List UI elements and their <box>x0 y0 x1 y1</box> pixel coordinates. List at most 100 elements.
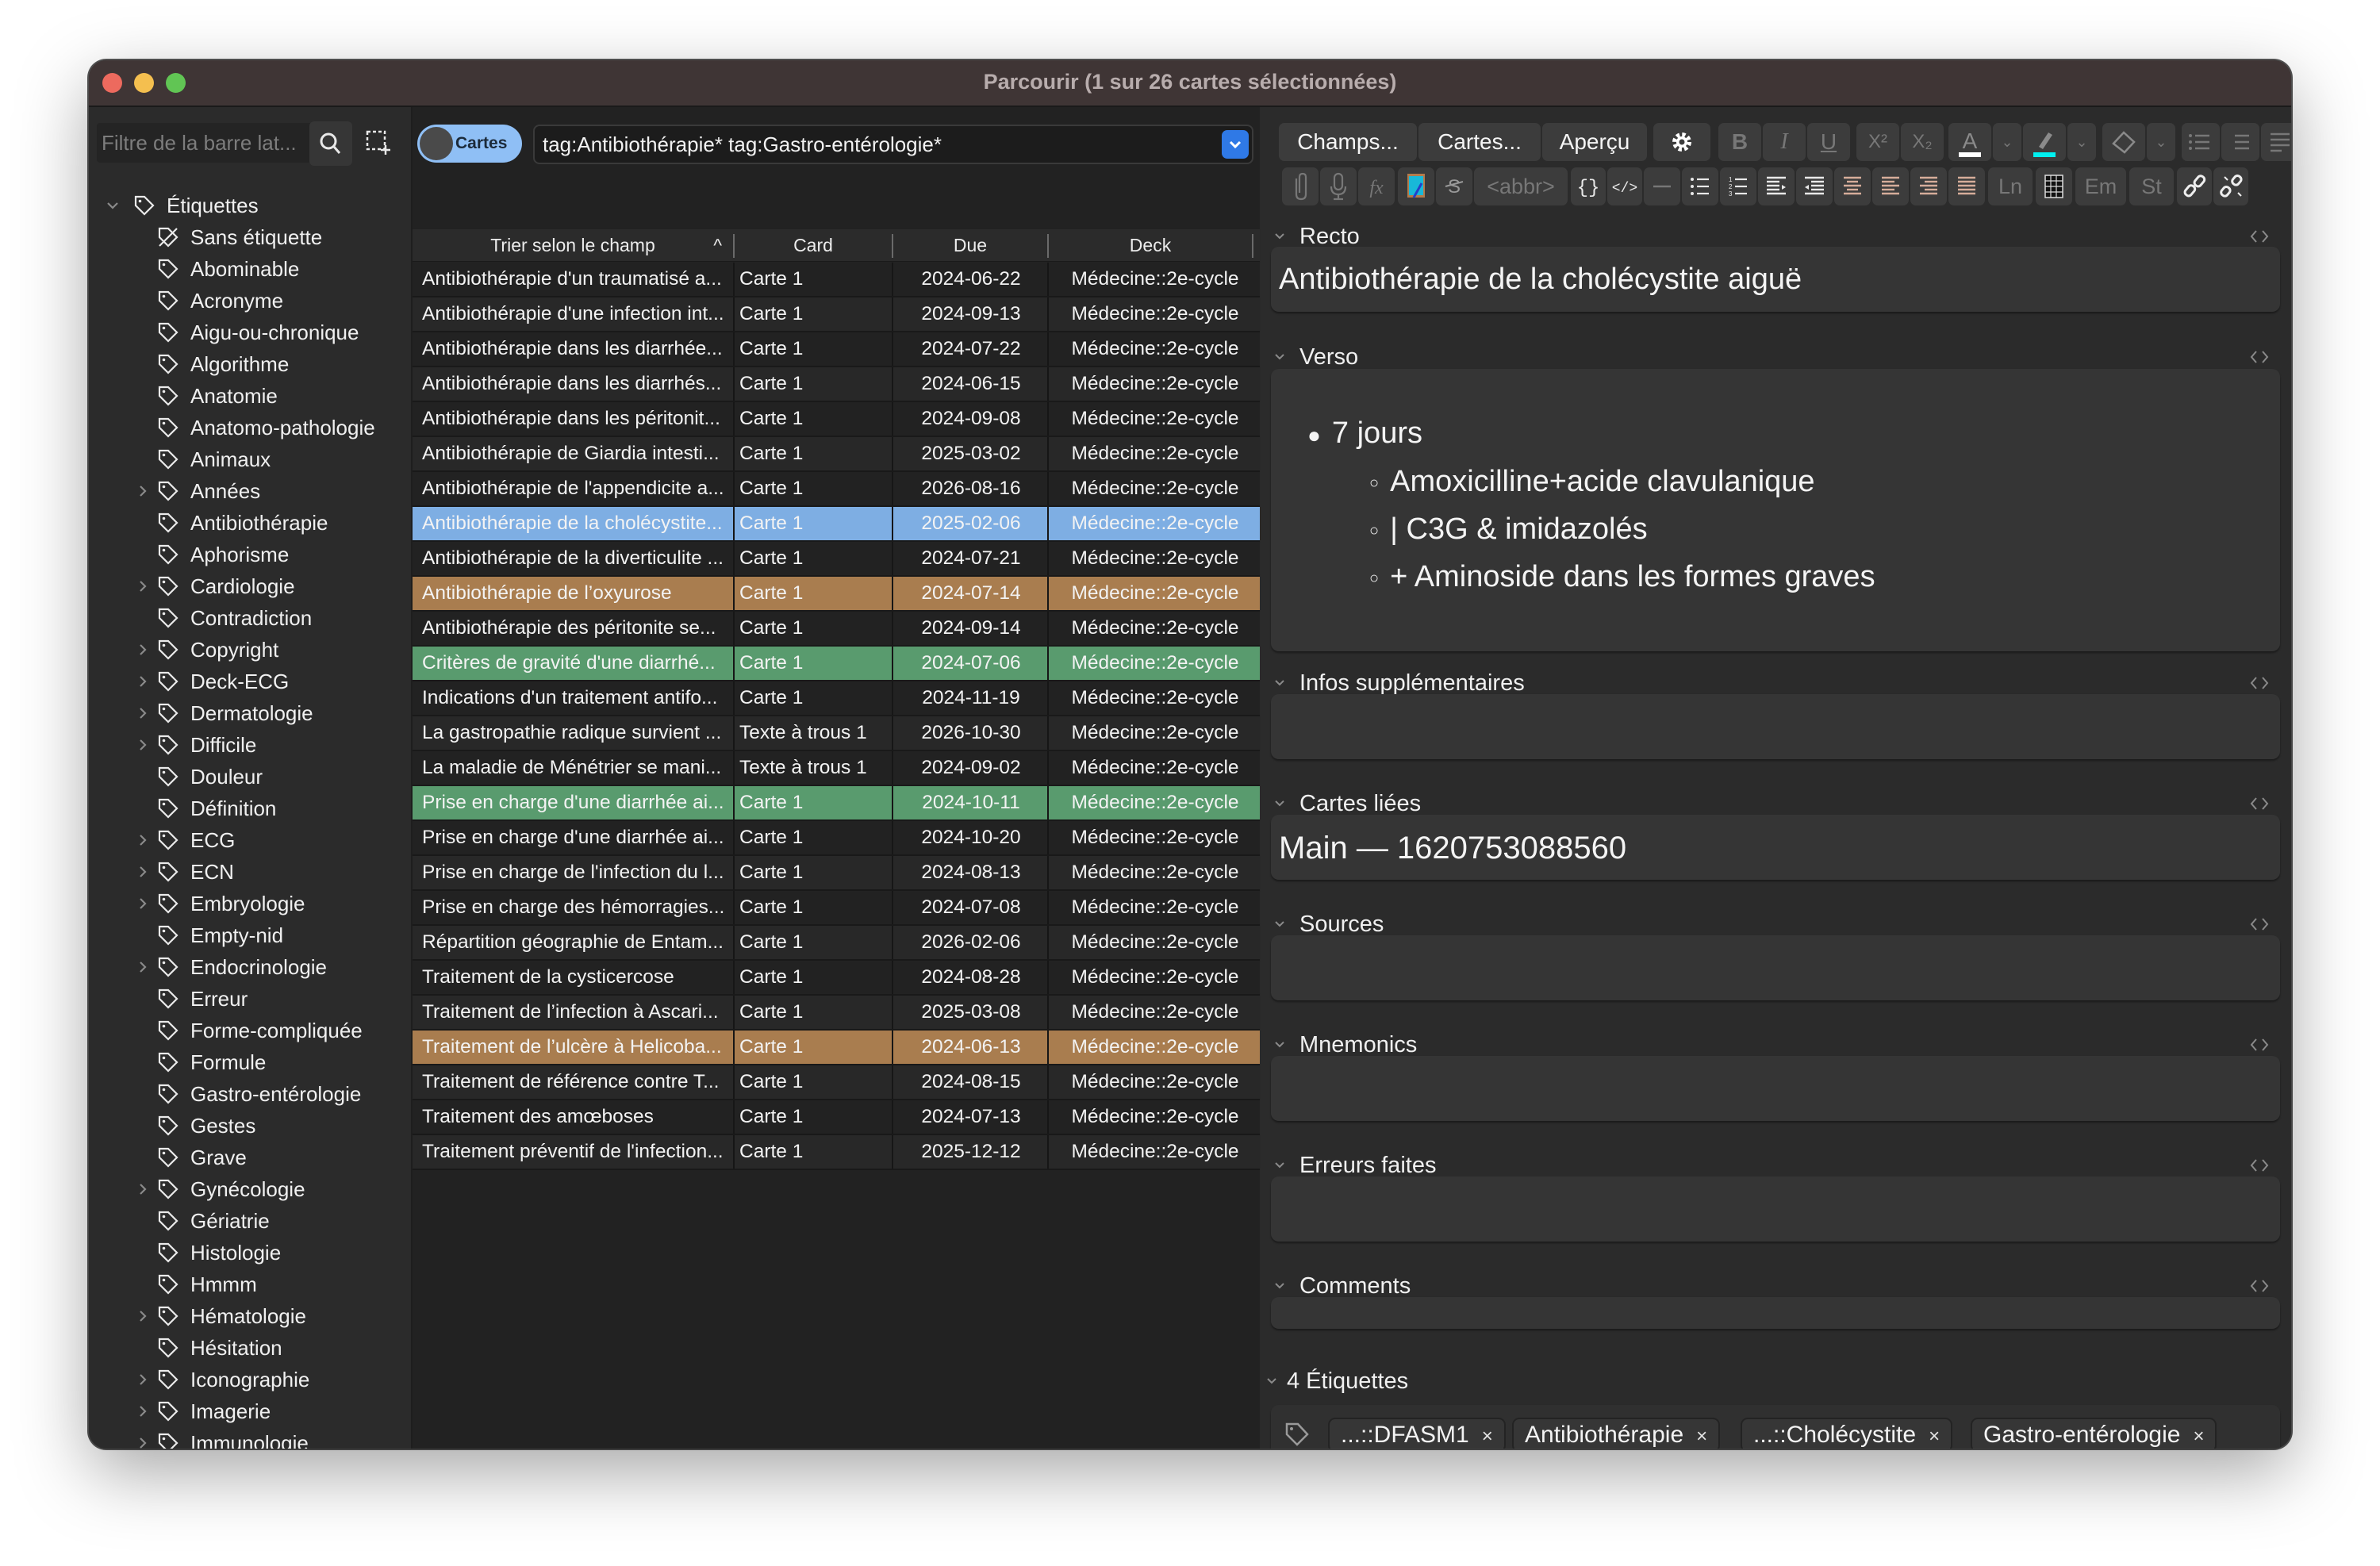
table-row[interactable]: Prise en charge de l'infection du l... Ca… <box>413 856 1260 891</box>
superscript-button[interactable]: X² <box>1856 123 1899 161</box>
sidebar-tag-item[interactable]: Hématologie <box>89 1300 411 1332</box>
sidebar-tag-item[interactable]: Douleur <box>89 761 411 793</box>
cards-notes-toggle[interactable]: Cartes <box>417 125 522 163</box>
cards-button[interactable]: Cartes... <box>1418 123 1541 161</box>
align-right-button[interactable] <box>1910 167 1947 205</box>
table-row-selected[interactable]: Antibiothérapie de la cholécystite... Car… <box>413 507 1260 542</box>
table-row[interactable]: Traitement préventif de l'infection... Ca… <box>413 1135 1260 1170</box>
eraser-dropdown[interactable]: ⌄ <box>2147 123 2175 161</box>
table-row[interactable]: Antibiothérapie d'un traumatisé a... Cart… <box>413 263 1260 297</box>
html-editor-toggle-icon[interactable] <box>2248 1156 2271 1175</box>
note-options-button[interactable] <box>1653 123 1710 161</box>
chevron-right-icon[interactable] <box>135 1372 151 1388</box>
strong-button[interactable]: St <box>2129 167 2174 205</box>
column-header-card[interactable]: Card <box>735 229 892 261</box>
table-row[interactable]: Indications d'un traitement antifo... Car… <box>413 681 1260 716</box>
sidebar-tag-item[interactable]: Anatomie <box>89 380 411 412</box>
horizontal-rule-button[interactable] <box>1644 167 1680 205</box>
tag-editor[interactable]: ...::DFASM1 × Antibiothérapie × ...::Cholécy… <box>1271 1405 2280 1449</box>
tag-chip[interactable]: Gastro-entérologie × <box>1971 1418 2217 1449</box>
subscript-button[interactable]: X₂ <box>1901 123 1944 161</box>
sidebar-item-etiquettes[interactable]: Étiquettes <box>89 190 411 221</box>
align-justify-button[interactable] <box>1948 167 1985 205</box>
remove-tag-icon[interactable]: × <box>2193 1426 2204 1447</box>
sidebar-tag-item[interactable]: Antibiothérapie <box>89 507 411 539</box>
column-header-sort-field[interactable]: Trier selon le champ ^ <box>413 229 733 261</box>
chevron-right-icon[interactable] <box>135 864 151 880</box>
sidebar-tag-item[interactable]: Copyright <box>89 634 411 666</box>
column-header-due[interactable]: Due <box>893 229 1047 261</box>
sidebar-tag-item[interactable]: Formule <box>89 1046 411 1078</box>
search-history-dropdown[interactable] <box>1222 130 1249 159</box>
highlight-color-button[interactable] <box>2023 123 2066 161</box>
sidebar-tag-item[interactable]: Endocrinologie <box>89 951 411 983</box>
underline-button[interactable]: U <box>1807 123 1850 161</box>
unordered-list-button[interactable] <box>1682 167 1718 205</box>
fields-button[interactable]: Champs... <box>1279 123 1417 161</box>
cloze-strike-button[interactable]: S <box>1436 167 1472 205</box>
record-audio-button[interactable] <box>1320 167 1357 205</box>
chevron-down-icon[interactable] <box>1273 796 1287 811</box>
table-row[interactable]: Prise en charge d'une diarrhée ai... Cart… <box>413 786 1260 821</box>
chevron-right-icon[interactable] <box>135 1403 151 1419</box>
table-row[interactable]: Traitement de l’infection à Ascari... Car… <box>413 996 1260 1031</box>
align-menu-button[interactable] <box>2261 123 2291 161</box>
numbered-list-button[interactable] <box>2221 123 2259 161</box>
table-row[interactable]: Répartition géographie de Entam... Carte … <box>413 926 1260 961</box>
sidebar-tag-item[interactable]: Hmmm <box>89 1269 411 1300</box>
sidebar-tag-item[interactable]: Algorithme <box>89 348 411 380</box>
chevron-down-icon[interactable] <box>1273 1158 1287 1173</box>
emphasis-button[interactable]: Em <box>2075 167 2126 205</box>
italic-button[interactable]: I <box>1763 123 1806 161</box>
sidebar-tag-item[interactable]: Grave <box>89 1142 411 1173</box>
sidebar-tag-item[interactable]: Aigu-ou-chronique <box>89 317 411 348</box>
table-row[interactable]: Antibiothérapie de Giardia intesti... Car… <box>413 437 1260 472</box>
remove-tag-icon[interactable]: × <box>1696 1426 1707 1447</box>
sidebar-search-button[interactable] <box>309 121 352 166</box>
sidebar-filter-input[interactable]: Filtre de la barre lat... <box>97 123 314 163</box>
preview-button[interactable]: Aperçu <box>1542 123 1647 161</box>
sidebar-tag-item[interactable]: Sans étiquette <box>89 221 411 253</box>
table-row[interactable]: Antibiothérapie dans les diarrhés... Cart… <box>413 367 1260 402</box>
chevron-right-icon[interactable] <box>135 1181 151 1197</box>
tag-chip[interactable]: ...::DFASM1 × <box>1328 1418 1506 1449</box>
chevron-down-icon[interactable] <box>1273 676 1287 690</box>
chevron-right-icon[interactable] <box>135 578 151 594</box>
sidebar-tag-item[interactable]: Forme-compliquée <box>89 1015 411 1046</box>
image-occlusion-button[interactable] <box>1398 167 1434 205</box>
html-editor-toggle-icon[interactable] <box>2248 1035 2271 1054</box>
field-input-recto[interactable]: Antibiothérapie de la cholécystite aiguë <box>1271 247 2280 312</box>
table-row[interactable]: Prise en charge d'une diarrhée ai... Cart… <box>413 821 1260 856</box>
sidebar-tag-item[interactable]: ECN <box>89 856 411 888</box>
sidebar-tag-item[interactable]: Imagerie <box>89 1395 411 1427</box>
remove-tag-icon[interactable]: × <box>1482 1426 1493 1447</box>
table-row[interactable]: Antibiothérapie d'une infection int... Ca… <box>413 297 1260 332</box>
chevron-down-icon[interactable] <box>1273 917 1287 931</box>
text-color-button[interactable]: A <box>1948 123 1991 161</box>
bold-button[interactable]: B <box>1718 123 1761 161</box>
sidebar-tag-item[interactable]: Aphorisme <box>89 539 411 570</box>
bullet-list-button[interactable] <box>2182 123 2220 161</box>
html-editor-toggle-icon[interactable] <box>2248 347 2271 367</box>
column-header-deck[interactable]: Deck <box>1049 229 1252 261</box>
chevron-right-icon[interactable] <box>135 483 151 499</box>
html-editor-toggle-icon[interactable] <box>2248 1276 2271 1295</box>
chevron-right-icon[interactable] <box>135 737 151 753</box>
highlight-color-dropdown[interactable]: ⌄ <box>2067 123 2096 161</box>
sidebar-tag-item[interactable]: Histologie <box>89 1237 411 1269</box>
chevron-down-icon[interactable] <box>1273 229 1287 244</box>
chevron-down-icon[interactable] <box>105 198 121 213</box>
tag-chip[interactable]: ...::Cholécystite × <box>1741 1418 1953 1449</box>
math-button[interactable]: fx <box>1358 167 1395 205</box>
table-row[interactable]: Antibiothérapie de l'appendicite a... Car… <box>413 472 1260 507</box>
field-input-comments[interactable] <box>1271 1297 2280 1329</box>
sidebar-tag-item[interactable]: Gynécologie <box>89 1173 411 1205</box>
chevron-down-icon[interactable] <box>1273 1279 1287 1293</box>
chevron-right-icon[interactable] <box>135 1308 151 1324</box>
sidebar-tag-item[interactable]: Acronyme <box>89 285 411 317</box>
eraser-button[interactable] <box>2102 123 2145 161</box>
chevron-right-icon[interactable] <box>135 959 151 975</box>
chevron-right-icon[interactable] <box>135 896 151 912</box>
tags-header[interactable]: 4 Étiquettes <box>1261 1364 2291 1399</box>
chevron-right-icon[interactable] <box>135 674 151 689</box>
